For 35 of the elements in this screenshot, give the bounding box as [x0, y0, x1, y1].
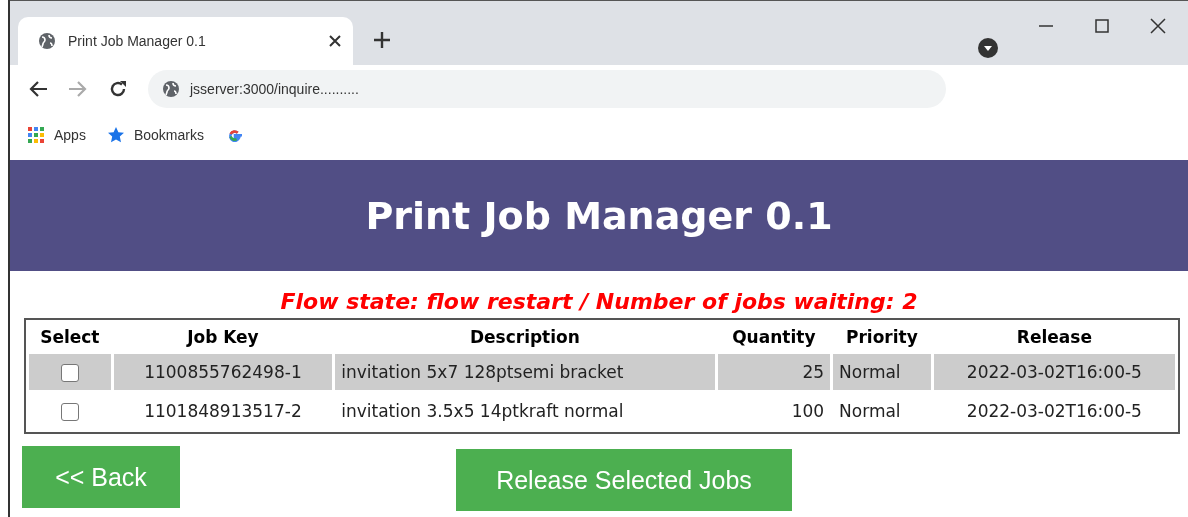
column-header: Job Key: [185, 326, 260, 349]
column-header: Quantity: [731, 326, 817, 349]
new-tab-icon[interactable]: [373, 31, 391, 49]
page-title: Print Job Manager 0.1: [365, 193, 833, 238]
profile-dropdown-icon[interactable]: [978, 38, 998, 58]
table-cell-text: 100: [790, 400, 826, 423]
globe-icon: [38, 32, 56, 50]
column-header: Select: [39, 326, 101, 349]
status-message: Flow state: flow restart / Number of jobs waiting: 2: [279, 289, 919, 314]
column-header: Release: [1015, 326, 1093, 349]
table-cell-text: 1101848913517-2: [143, 400, 303, 423]
column-header: Description: [468, 326, 581, 349]
table-cell: 1100855762498-1: [113, 354, 333, 390]
table-cell: Normal: [833, 354, 931, 390]
table-cell: invitation 5x7 128ptsemi bracket: [335, 354, 715, 390]
table-cell-text: invitation 3.5x5 14ptkraft normal: [340, 400, 625, 423]
apps-grid-icon: [28, 127, 44, 143]
address-bar[interactable]: jsserver:3000/inquire..........: [148, 70, 946, 108]
row-checkbox[interactable]: [60, 364, 79, 382]
close-tab-icon[interactable]: [329, 35, 341, 47]
browser-tab[interactable]: Print Job Manager 0.1: [18, 17, 353, 65]
close-icon[interactable]: [1150, 18, 1166, 34]
site-globe-icon: [162, 80, 180, 98]
maximize-icon[interactable]: [1094, 18, 1110, 34]
column-header: Priority: [845, 326, 919, 349]
star-icon: [107, 127, 124, 143]
table-cell: 2022-03-02T16:00-5: [933, 354, 1175, 390]
table-cell: 25: [717, 354, 831, 390]
row-checkbox[interactable]: [60, 403, 79, 421]
table-cell-text: Normal: [838, 400, 902, 423]
table-cell-text: 2022-03-02T16:00-5: [965, 400, 1143, 423]
bookmark-item[interactable]: Apps: [28, 127, 86, 143]
back-arrow-icon[interactable]: [28, 80, 48, 98]
bookmark-item[interactable]: Bookmarks: [107, 127, 204, 143]
reload-icon[interactable]: [108, 79, 128, 99]
